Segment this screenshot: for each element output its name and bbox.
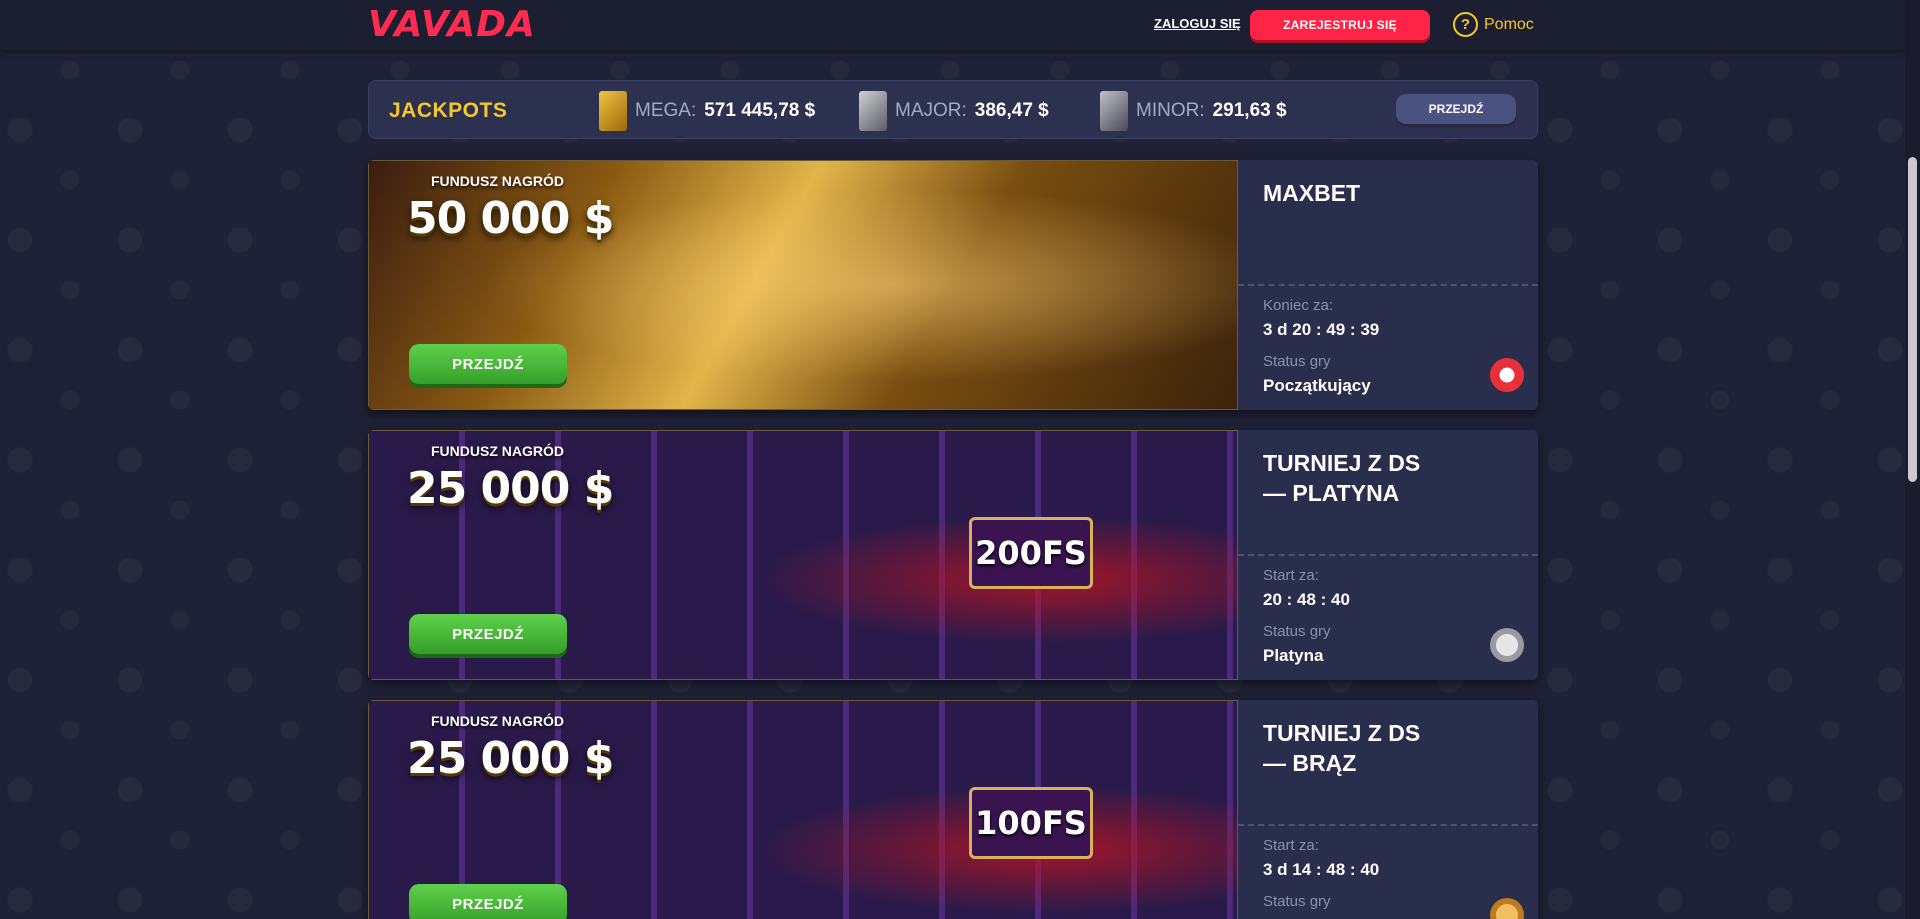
tournament-info: TURNIEJ Z DS — PLATYNA Start za: 20 : 48… [1238, 430, 1538, 680]
free-spins-sign: 200FS [969, 517, 1093, 589]
jackpot-major: MAJOR: 386,47 $ [859, 91, 1049, 131]
silver-safe-icon [859, 91, 887, 131]
status-value: Platyna [1263, 646, 1324, 665]
tournament-title-line: — BRĄZ [1263, 750, 1357, 776]
tournament-title: TURNIEJ Z DS — PLATYNA [1263, 448, 1513, 508]
prize-fund-value: 25 000 $ [407, 733, 614, 784]
free-spins-sign: 100FS [969, 787, 1093, 859]
top-header: VAVADA ZALOGUJ SIĘ ZAREJESTRUJ SIĘ ? Pom… [0, 0, 1905, 50]
jackpot-value: 291,63 $ [1212, 100, 1287, 121]
prize-fund-label: FUNDUSZ NAGRÓD [431, 443, 564, 459]
tournament-title: MAXBET [1263, 178, 1513, 208]
page-scrollbar[interactable] [1905, 0, 1920, 919]
prize-fund-value: 50 000 $ [407, 193, 614, 244]
tournament-title-line: TURNIEJ Z DS [1263, 720, 1421, 746]
dashed-divider [1238, 824, 1538, 826]
jackpot-value: 386,47 $ [974, 100, 1049, 121]
jackpot-label: MINOR: [1136, 100, 1205, 121]
jackpot-value: 571 445,78 $ [704, 100, 816, 121]
platinum-medal-icon [1490, 628, 1524, 662]
tournament-card[interactable]: FUNDUSZ NAGRÓD 50 000 $ PRZEJDŹ MAXBET K… [368, 160, 1538, 410]
dashed-divider [1238, 554, 1538, 556]
help-link[interactable]: ? Pomoc [1453, 12, 1534, 37]
jackpot-mega: MEGA: 571 445,78 $ [599, 91, 815, 131]
tournament-banner[interactable]: FUNDUSZ NAGRÓD 25 000 $ 100FS PRZEJDŹ [368, 700, 1238, 919]
tournament-title-line: MAXBET [1263, 180, 1361, 206]
timer-value: 3 d 14 : 48 : 40 [1263, 860, 1380, 879]
tournament-card[interactable]: FUNDUSZ NAGRÓD 25 000 $ 100FS PRZEJDŹ TU… [368, 700, 1538, 919]
steel-safe-icon [1100, 91, 1128, 131]
tournament-info: MAXBET Koniec za: 3 d 20 : 49 : 39 Statu… [1238, 160, 1538, 410]
timer-label: Start za: [1263, 837, 1319, 854]
prize-fund-label: FUNDUSZ NAGRÓD [431, 173, 564, 189]
vavada-logo[interactable]: VAVADA [368, 6, 536, 44]
timer-label: Koniec za: [1263, 297, 1334, 314]
tournament-card[interactable]: FUNDUSZ NAGRÓD 25 000 $ 200FS PRZEJDŹ TU… [368, 430, 1538, 680]
status-label: Status gry [1263, 623, 1331, 640]
status-value: Początkujący [1263, 376, 1371, 395]
timer-value: 20 : 48 : 40 [1263, 590, 1350, 609]
tournament-banner[interactable]: FUNDUSZ NAGRÓD 25 000 $ 200FS PRZEJDŹ [368, 430, 1238, 680]
beginner-chip-icon [1490, 358, 1524, 392]
jackpot-label: MEGA: [635, 100, 697, 121]
login-link[interactable]: ZALOGUJ SIĘ [1154, 16, 1241, 31]
prize-fund-value: 25 000 $ [407, 463, 614, 514]
tournament-go-button[interactable]: PRZEJDŹ [409, 614, 567, 654]
tournament-go-button[interactable]: PRZEJDŹ [409, 884, 567, 919]
jackpots-title: JACKPOTS [389, 99, 508, 122]
bronze-medal-icon [1490, 898, 1524, 919]
help-label: Pomoc [1484, 15, 1534, 33]
tournament-info: TURNIEJ Z DS — BRĄZ Start za: 3 d 14 : 4… [1238, 700, 1538, 919]
jackpots-bar: JACKPOTS MEGA: 571 445,78 $ MAJOR: 386,4… [368, 80, 1538, 139]
jackpots-go-button[interactable]: PRZEJDŹ [1396, 94, 1516, 124]
dashed-divider [1238, 284, 1538, 286]
tournament-banner[interactable]: FUNDUSZ NAGRÓD 50 000 $ PRZEJDŹ [368, 160, 1238, 410]
timer-value: 3 d 20 : 49 : 39 [1263, 320, 1380, 339]
jackpot-minor: MINOR: 291,63 $ [1100, 91, 1287, 131]
question-icon: ? [1453, 12, 1478, 37]
tournament-title: TURNIEJ Z DS — BRĄZ [1263, 718, 1513, 778]
prize-fund-label: FUNDUSZ NAGRÓD [431, 713, 564, 729]
status-label: Status gry [1263, 893, 1331, 910]
tournament-title-line: — PLATYNA [1263, 480, 1400, 506]
register-button[interactable]: ZAREJESTRUJ SIĘ [1250, 10, 1430, 40]
timer-label: Start za: [1263, 567, 1319, 584]
status-label: Status gry [1263, 353, 1331, 370]
gold-safe-icon [599, 91, 627, 131]
tournament-title-line: TURNIEJ Z DS [1263, 450, 1421, 476]
jackpot-label: MAJOR: [895, 100, 967, 121]
scrollbar-thumb[interactable] [1908, 157, 1917, 482]
tournament-go-button[interactable]: PRZEJDŹ [409, 344, 567, 384]
